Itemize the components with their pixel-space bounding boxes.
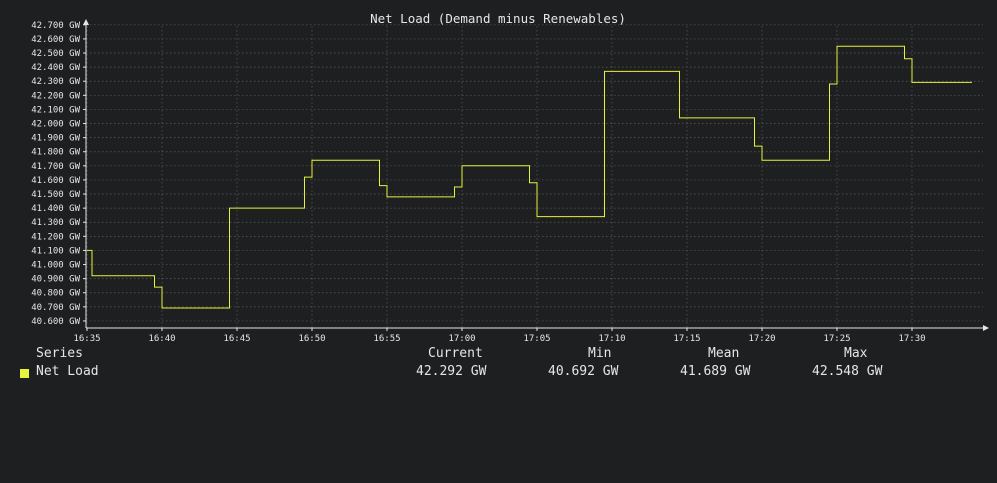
legend-header-max: Max <box>844 346 868 361</box>
y-tick-label: 40.800 GW <box>31 289 80 299</box>
legend-swatch <box>20 369 29 378</box>
y-axis-arrow <box>83 19 89 25</box>
x-tick-label: 17:25 <box>823 334 850 344</box>
series-layer <box>87 45 972 309</box>
legend-header: Series Current Min Mean Max <box>0 346 997 364</box>
x-tick-label: 17:10 <box>598 334 625 344</box>
legend-header-min: Min <box>588 346 612 361</box>
x-tick-label: 17:15 <box>673 334 700 344</box>
y-tick-label: 42.700 GW <box>31 21 80 31</box>
legend-series-name: Net Load <box>36 364 99 379</box>
y-tick-label: 40.600 GW <box>31 317 80 327</box>
y-tick-label: 41.100 GW <box>31 246 80 256</box>
net-load-chart: Net Load (Demand minus Renewables) 40.60… <box>31 11 989 344</box>
y-tick-label: 41.500 GW <box>31 190 80 200</box>
legend-header-series: Series <box>36 346 83 361</box>
y-tick-label: 40.700 GW <box>31 303 80 313</box>
legend-row[interactable]: Net Load 42.292 GW 40.692 GW 41.689 GW 4… <box>0 364 997 382</box>
y-tick-label: 41.700 GW <box>31 162 80 172</box>
y-axis-labels: 40.600 GW 40.700 GW 40.800 GW 40.900 GW 41.0… <box>31 21 80 327</box>
y-tick-label: 41.400 GW <box>31 204 80 214</box>
y-tick-label: 42.000 GW <box>31 120 80 130</box>
x-tick-label: 16:50 <box>298 334 325 344</box>
legend-max-value: 42.548 GW <box>812 364 883 379</box>
y-tick-label: 42.200 GW <box>31 91 80 101</box>
y-tick-label: 42.600 GW <box>31 35 80 45</box>
y-tick-label: 41.000 GW <box>31 261 80 271</box>
x-tick-label: 16:40 <box>148 334 175 344</box>
y-tick-label: 42.100 GW <box>31 105 80 115</box>
legend-table: Series Current Min Mean Max Net Load 42.… <box>0 346 997 382</box>
legend-mean-value: 41.689 GW <box>680 364 751 379</box>
y-tick-label: 40.900 GW <box>31 275 80 285</box>
legend-current-value: 42.292 GW <box>416 364 487 379</box>
y-tick-label: 42.500 GW <box>31 49 80 59</box>
x-tick-label: 17:00 <box>448 334 475 344</box>
legend-header-current: Current <box>428 346 483 361</box>
x-tick-label: 16:35 <box>73 334 100 344</box>
y-tick-label: 41.600 GW <box>31 176 80 186</box>
chart-title: Net Load (Demand minus Renewables) <box>370 11 626 26</box>
legend-min-value: 40.692 GW <box>548 364 619 379</box>
x-axis-arrow <box>983 325 989 331</box>
legend-header-mean: Mean <box>708 346 740 361</box>
y-tick-label: 41.300 GW <box>31 218 80 228</box>
y-tick-label: 42.300 GW <box>31 77 80 87</box>
x-tick-label: 17:30 <box>898 334 925 344</box>
y-tick-label: 42.400 GW <box>31 63 80 73</box>
grid-lines <box>86 24 983 328</box>
x-tick-label: 16:45 <box>223 334 250 344</box>
x-axis-labels: 16:35 16:40 16:45 16:50 16:55 17:00 17:05 17:10… <box>73 334 925 344</box>
series-line-net-load <box>87 45 972 309</box>
x-tick-label: 17:05 <box>523 334 550 344</box>
x-tick-label: 17:20 <box>748 334 775 344</box>
y-tick-label: 41.900 GW <box>31 134 80 144</box>
y-tick-label: 41.200 GW <box>31 232 80 242</box>
x-tick-label: 16:55 <box>373 334 400 344</box>
axes <box>83 19 989 331</box>
y-tick-label: 41.800 GW <box>31 148 80 158</box>
